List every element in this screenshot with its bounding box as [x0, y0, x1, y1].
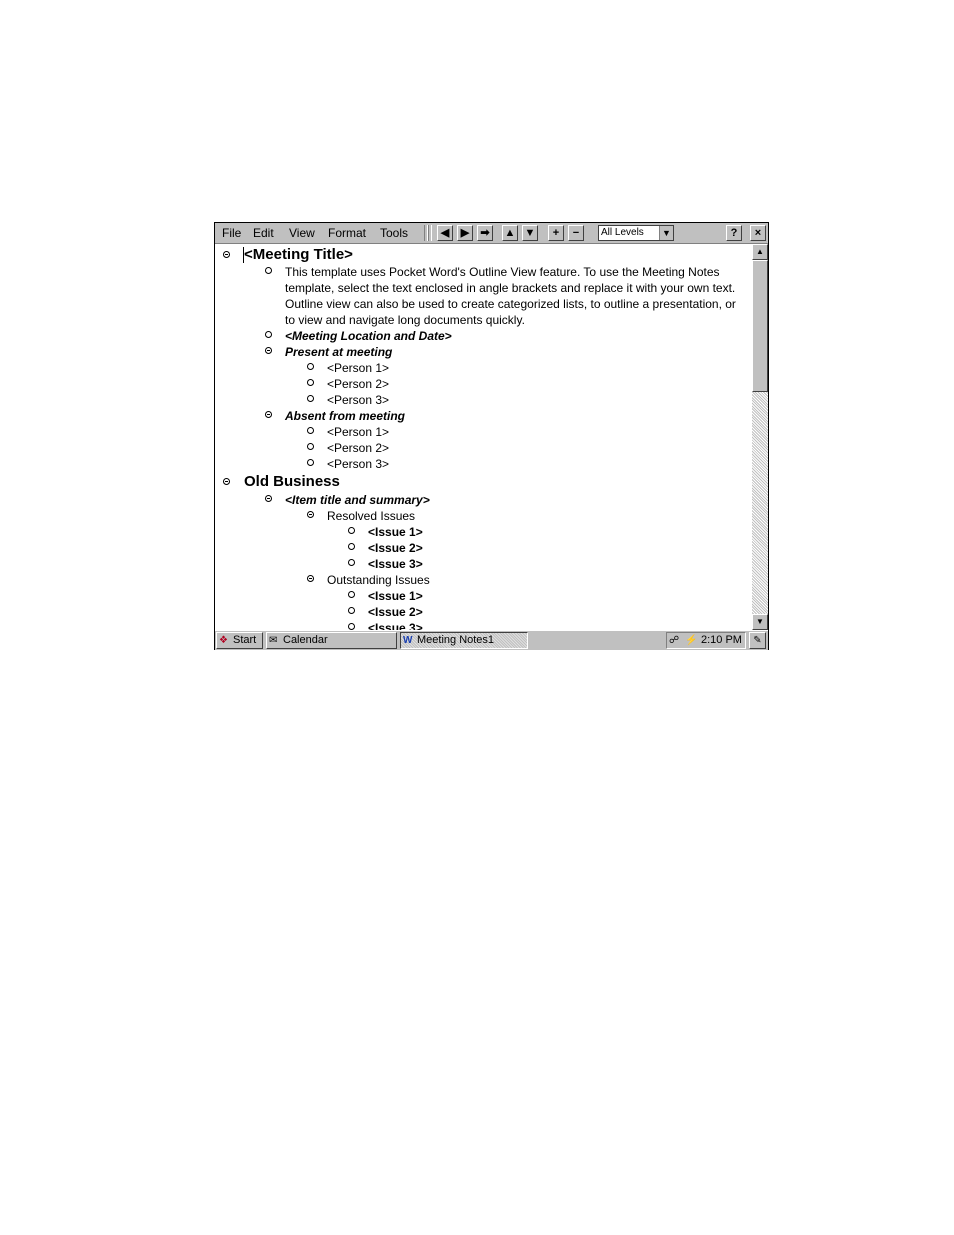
windows-flag-icon: ❖ [219, 635, 228, 646]
absent-person[interactable]: <Person 2> [327, 441, 389, 455]
outstanding-issue[interactable]: <Issue 1> [368, 589, 423, 603]
collapse-bullet-icon[interactable] [265, 347, 272, 354]
present-person[interactable]: <Person 1> [327, 361, 389, 375]
document-area[interactable]: <Meeting Title> This template uses Pocke… [215, 244, 752, 630]
pocket-word-icon: W [403, 635, 413, 646]
present-person[interactable]: <Person 3> [327, 393, 389, 407]
taskbar-item-calendar[interactable]: ✉ Calendar [266, 632, 397, 649]
collapse-minus-icon[interactable]: − [568, 225, 584, 241]
start-label: Start [233, 634, 257, 646]
intro-paragraph[interactable]: This template uses Pocket Word's Outline… [285, 264, 747, 328]
collapse-bullet-icon[interactable] [307, 511, 314, 518]
body-bullet-icon[interactable] [348, 527, 355, 534]
meeting-location-date[interactable]: <Meeting Location and Date> [285, 329, 452, 343]
resolved-issue[interactable]: <Issue 1> [368, 525, 423, 539]
promote-arrow-left-icon[interactable]: ◀ [437, 225, 453, 241]
vertical-scrollbar[interactable]: ▲ ▼ [752, 244, 768, 630]
menu-format[interactable]: Format [328, 226, 366, 240]
calendar-icon: ✉ [269, 635, 278, 646]
body-bullet-icon[interactable] [307, 459, 314, 466]
start-button[interactable]: ❖ Start [216, 632, 263, 649]
demote-to-body-double-arrow-icon[interactable]: ➡ [477, 225, 493, 241]
power-plug-icon[interactable]: ⚡ [685, 633, 697, 648]
scroll-down-arrow-icon[interactable]: ▼ [752, 614, 768, 630]
present-person[interactable]: <Person 2> [327, 377, 389, 391]
expand-plus-icon[interactable]: + [548, 225, 564, 241]
body-bullet-icon[interactable] [348, 543, 355, 550]
absent-person[interactable]: <Person 1> [327, 425, 389, 439]
taskbar: ❖ Start ✉ Calendar W Meeting Notes1 ☍ ⚡ … [215, 630, 768, 650]
menu-view[interactable]: View [289, 226, 315, 240]
absent-person[interactable]: <Person 3> [327, 457, 389, 471]
network-icon[interactable]: ☍ [669, 633, 679, 648]
absent-heading[interactable]: Absent from meeting [285, 409, 405, 423]
help-button[interactable]: ? [726, 225, 742, 241]
taskbar-item-label: Meeting Notes1 [417, 634, 495, 646]
scroll-up-arrow-icon[interactable]: ▲ [752, 244, 768, 260]
pocket-word-window: File Edit View Format Tools ◀ ▶ ➡ ▲ ▼ + … [214, 222, 769, 650]
menu-edit[interactable]: Edit [253, 226, 274, 240]
body-bullet-icon[interactable] [307, 379, 314, 386]
resolved-issue[interactable]: <Issue 2> [368, 541, 423, 555]
menu-file[interactable]: File [222, 226, 241, 240]
collapse-bullet-icon[interactable] [265, 411, 272, 418]
taskbar-item-meeting-notes[interactable]: W Meeting Notes1 [400, 632, 528, 649]
body-bullet-icon[interactable] [348, 559, 355, 566]
collapse-bullet-icon[interactable] [223, 478, 230, 485]
item-summary[interactable]: <Item title and summary> [285, 493, 430, 507]
outline-levels-dropdown[interactable]: All Levels ▼ [598, 225, 674, 241]
body-bullet-icon[interactable] [265, 331, 272, 338]
outstanding-issue[interactable]: <Issue 3> [368, 621, 423, 630]
move-up-arrow-icon[interactable]: ▲ [502, 225, 518, 241]
taskbar-item-label: Calendar [283, 634, 328, 646]
body-bullet-icon[interactable] [348, 623, 355, 630]
collapse-bullet-icon[interactable] [307, 575, 314, 582]
input-panel-icon[interactable]: ✎ [749, 632, 766, 649]
body-bullet-icon[interactable] [265, 267, 272, 274]
meeting-title[interactable]: <Meeting Title> [244, 246, 353, 263]
demote-arrow-right-icon[interactable]: ▶ [457, 225, 473, 241]
body-bullet-icon[interactable] [307, 427, 314, 434]
outstanding-issue[interactable]: <Issue 2> [368, 605, 423, 619]
outstanding-heading[interactable]: Outstanding Issues [327, 573, 430, 587]
collapse-bullet-icon[interactable] [265, 495, 272, 502]
body-bullet-icon[interactable] [307, 395, 314, 402]
resolved-issue[interactable]: <Issue 3> [368, 557, 423, 571]
body-bullet-icon[interactable] [348, 591, 355, 598]
move-down-arrow-icon[interactable]: ▼ [522, 225, 538, 241]
scrollbar-thumb[interactable] [752, 260, 768, 392]
menu-tools[interactable]: Tools [380, 226, 408, 240]
collapse-bullet-icon[interactable] [223, 251, 230, 258]
system-tray: ☍ ⚡ 2:10 PM [666, 632, 746, 649]
present-heading[interactable]: Present at meeting [285, 345, 392, 359]
body-bullet-icon[interactable] [307, 363, 314, 370]
outline-levels-value: All Levels [601, 227, 644, 238]
close-button[interactable]: × [750, 225, 766, 241]
resolved-heading[interactable]: Resolved Issues [327, 509, 415, 523]
body-bullet-icon[interactable] [348, 607, 355, 614]
old-business-heading[interactable]: Old Business [244, 473, 340, 490]
body-bullet-icon[interactable] [307, 443, 314, 450]
command-bar: File Edit View Format Tools ◀ ▶ ➡ ▲ ▼ + … [215, 223, 768, 244]
clock[interactable]: 2:10 PM [701, 633, 742, 648]
chevron-down-icon[interactable]: ▼ [659, 226, 673, 240]
toolbar-separator [428, 225, 432, 241]
